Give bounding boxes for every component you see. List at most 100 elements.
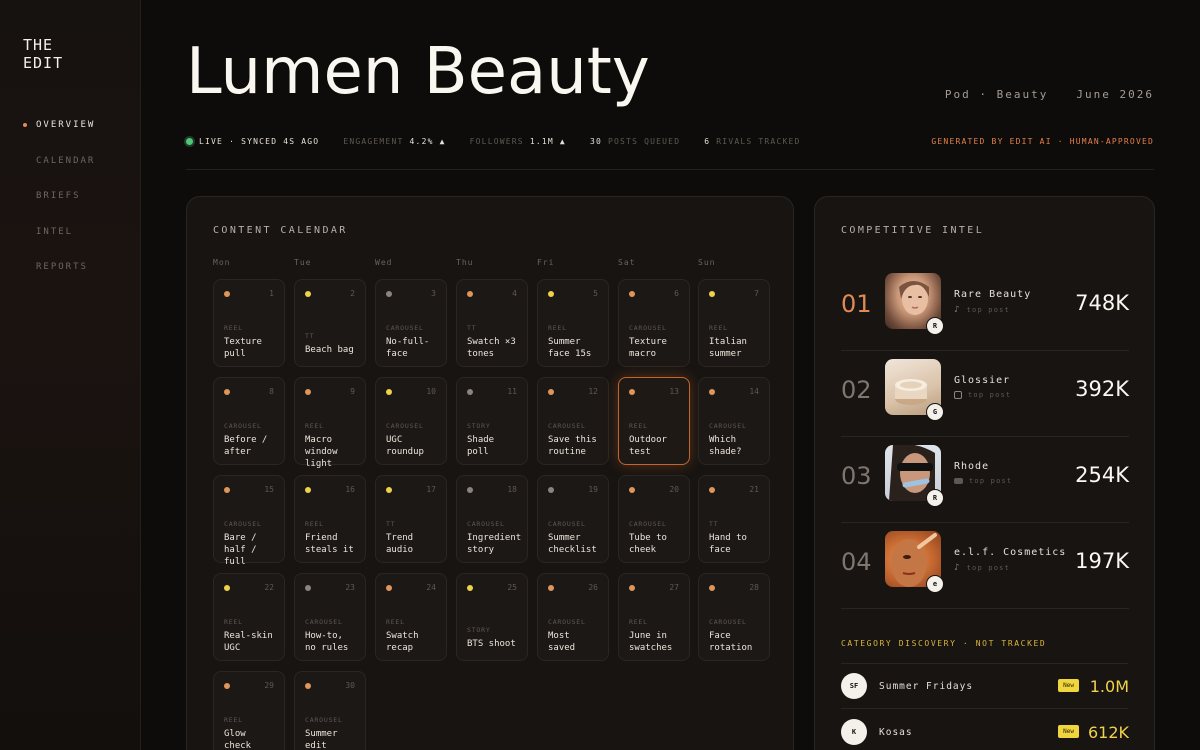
calendar-day-cell[interactable]: 17 TT Trend audio xyxy=(375,475,447,563)
calendar-day-cell[interactable]: 29 REEL Glow check xyxy=(213,671,285,750)
post-title: Most saved xyxy=(548,631,576,653)
status-dot xyxy=(224,389,230,395)
app-logo[interactable]: THE EDIT xyxy=(23,36,63,72)
calendar-day-cell[interactable]: 21 TT Hand to face xyxy=(698,475,770,563)
rival-sub-label: top post xyxy=(968,391,1012,399)
rival-count: 254K xyxy=(1075,463,1129,487)
rival-name: Rare Beauty xyxy=(954,289,1032,300)
day-number: 16 xyxy=(345,485,355,494)
status-dot xyxy=(709,291,715,297)
rival-row[interactable]: 02 G Glossier top post 392K xyxy=(841,351,1129,437)
rival-rank: 03 xyxy=(841,462,872,490)
calendar-day-cell[interactable]: 22 REEL Real-skin UGC xyxy=(213,573,285,661)
day-header: Tue xyxy=(294,258,312,267)
post-title: How-to, no rules xyxy=(305,631,349,653)
post-type: TT xyxy=(709,520,719,528)
status-dot xyxy=(467,487,473,493)
calendar-day-cell[interactable]: 24 REEL Swatch recap xyxy=(375,573,447,661)
calendar-day-cell[interactable]: 12 CAROUSEL Save this routine xyxy=(537,377,609,465)
sidebar-item-calendar[interactable]: CALENDAR xyxy=(23,154,95,168)
calendar-day-cell[interactable]: 2 TT Beach bag xyxy=(294,279,366,367)
followers-label: FOLLOWERS xyxy=(469,136,524,146)
rival-brand-badge: G xyxy=(926,403,944,421)
post-title: June in swatches xyxy=(629,631,673,653)
calendar-day-cell[interactable]: 23 CAROUSEL How-to, no rules xyxy=(294,573,366,661)
divider xyxy=(841,708,1128,709)
sidebar-item-label: CALENDAR xyxy=(36,155,96,166)
calendar-day-cell[interactable]: 5 REEL Summer face 15s xyxy=(537,279,609,367)
sidebar-item-overview[interactable]: OVERVIEW xyxy=(23,118,95,132)
day-number: 24 xyxy=(426,583,436,592)
brand-avatar: K xyxy=(841,719,867,745)
rival-rank: 04 xyxy=(841,548,872,576)
day-header: Sat xyxy=(618,258,636,267)
sidebar-item-label: INTEL xyxy=(36,226,74,237)
rival-subtitle: top post xyxy=(954,477,1012,485)
calendar-day-cell[interactable]: 30 CAROUSEL Summer edit xyxy=(294,671,366,750)
post-type: CAROUSEL xyxy=(629,324,667,332)
status-bar: LIVE · SYNCED 4S AGO ENGAGEMENT 4.2% ▲ F… xyxy=(186,134,1154,148)
calendar-day-cell[interactable]: 19 CAROUSEL Summer checklist xyxy=(537,475,609,563)
tiktok-icon: ♪ xyxy=(954,305,961,315)
post-type: REEL xyxy=(224,716,243,724)
calendar-day-cell[interactable]: 7 REEL Italian summer xyxy=(698,279,770,367)
sidebar-item-reports[interactable]: REPORTS xyxy=(23,260,95,274)
calendar-day-cell[interactable]: 6 CAROUSEL Texture macro xyxy=(618,279,690,367)
status-dot xyxy=(548,585,554,591)
engagement-stat: ENGAGEMENT 4.2% ▲ xyxy=(343,137,445,146)
status-dot xyxy=(305,683,311,689)
divider xyxy=(841,663,1128,664)
day-number: 17 xyxy=(426,485,436,494)
rival-row[interactable]: 04 e e.l.f. Cosmetics ♪ top post 197K xyxy=(841,523,1129,609)
calendar-day-cell[interactable]: 25 STORY BTS shoot xyxy=(456,573,528,661)
calendar-day-cell[interactable]: 10 CAROUSEL UGC roundup xyxy=(375,377,447,465)
instagram-icon xyxy=(954,391,962,399)
post-type: CAROUSEL xyxy=(467,520,505,528)
competitive-intel-panel: COMPETITIVE INTEL 01 R Rare Beauty ♪ top … xyxy=(814,196,1155,750)
day-number: 14 xyxy=(749,387,759,396)
post-title: Macro window light xyxy=(305,435,338,469)
calendar-day-cell[interactable]: 27 REEL June in swatches xyxy=(618,573,690,661)
day-number: 3 xyxy=(431,289,436,298)
discovery-row[interactable]: K Kosas New 612K xyxy=(841,718,1129,748)
calendar-day-cell[interactable]: 26 CAROUSEL Most saved xyxy=(537,573,609,661)
calendar-day-cell[interactable]: 16 REEL Friend steals it xyxy=(294,475,366,563)
rival-sub-label: top post xyxy=(966,564,1010,572)
calendar-day-cell[interactable]: 4 TT Swatch ×3 tones xyxy=(456,279,528,367)
sidebar-nav: OVERVIEW CALENDAR BRIEFS INTEL REPORTS xyxy=(23,118,95,296)
sidebar-item-briefs[interactable]: BRIEFS xyxy=(23,189,95,203)
status-dot xyxy=(467,585,473,591)
status-dot xyxy=(629,585,635,591)
day-header: Wed xyxy=(375,258,393,267)
calendar-day-cell[interactable]: 1 REEL Texture pull xyxy=(213,279,285,367)
status-dot xyxy=(305,291,311,297)
calendar-day-cell[interactable]: 18 CAROUSEL Ingredient story xyxy=(456,475,528,563)
discovery-row[interactable]: SF Summer Fridays New 1.0M xyxy=(841,672,1129,702)
post-type: TT xyxy=(305,332,315,340)
day-number: 19 xyxy=(588,485,598,494)
rival-row[interactable]: 03 R Rhode top post 254K xyxy=(841,437,1129,523)
calendar-day-cell[interactable]: 13 REEL Outdoor test xyxy=(618,377,690,465)
followers-value: 1.1M ▲ xyxy=(529,136,566,146)
calendar-day-cell[interactable]: 28 CAROUSEL Face rotation xyxy=(698,573,770,661)
rival-row[interactable]: 01 R Rare Beauty ♪ top post 748K xyxy=(841,265,1129,351)
status-dot xyxy=(224,683,230,689)
date-label: June 2026 xyxy=(1076,88,1154,101)
post-title: Texture pull xyxy=(224,337,262,359)
sidebar: THE EDIT OVERVIEW CALENDAR BRIEFS INTEL … xyxy=(0,0,141,750)
calendar-day-cell[interactable]: 11 STORY Shade poll xyxy=(456,377,528,465)
calendar-day-cell[interactable]: 9 REEL Macro window light xyxy=(294,377,366,469)
calendar-day-cell[interactable]: 15 CAROUSEL Bare / half / full xyxy=(213,475,285,567)
day-number: 8 xyxy=(269,387,274,396)
calendar-day-cell[interactable]: 8 CAROUSEL Before / after xyxy=(213,377,285,465)
status-dot xyxy=(629,389,635,395)
calendar-day-cell[interactable]: 14 CAROUSEL Which shade? xyxy=(698,377,770,465)
post-type: TT xyxy=(467,324,477,332)
calendar-day-cell[interactable]: 20 CAROUSEL Tube to cheek xyxy=(618,475,690,563)
calendar-day-cell[interactable]: 3 CAROUSEL No-full-face xyxy=(375,279,447,367)
status-dot xyxy=(305,487,311,493)
engagement-value: 4.2% ▲ xyxy=(409,136,446,146)
post-type: REEL xyxy=(629,618,648,626)
sidebar-item-intel[interactable]: INTEL xyxy=(23,225,95,239)
rival-name: Glossier xyxy=(954,375,1011,386)
